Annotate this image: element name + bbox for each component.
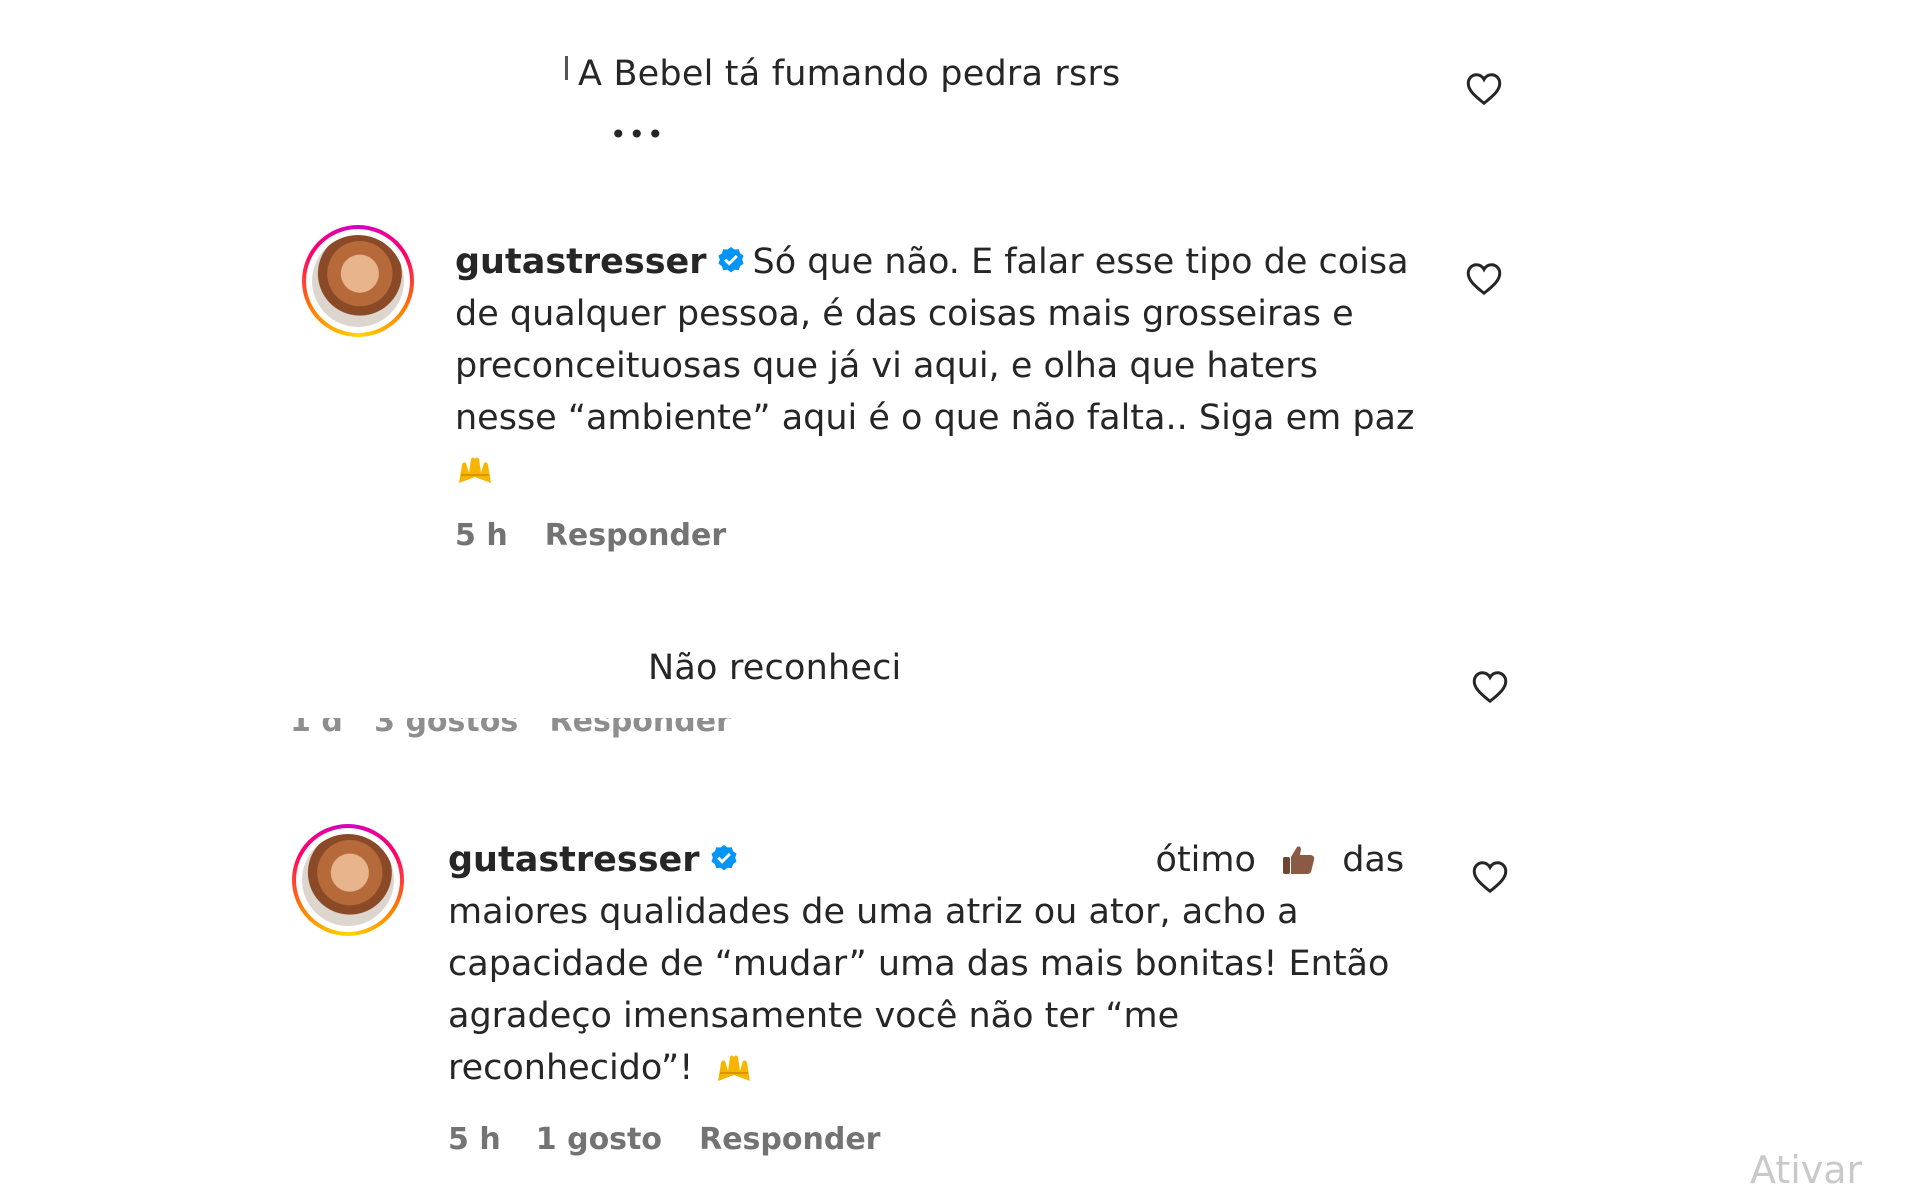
comment-line: capacidade de “mudar” uma das mais bonit… bbox=[448, 944, 1390, 984]
cut-meta-clip: 1 d 3 gostos Responder bbox=[290, 718, 790, 748]
like-heart-icon[interactable] bbox=[1466, 262, 1502, 296]
comment-line: das bbox=[1342, 840, 1405, 880]
comment-line: maiores qualidades de uma atriz ou ator,… bbox=[448, 892, 1299, 932]
thumbs-up-emoji-icon bbox=[1279, 840, 1319, 874]
comment-line: nesse “ambiente” aqui é o que não falta.… bbox=[455, 398, 1415, 438]
comment-line: de qualquer pessoa, é das coisas mais gr… bbox=[455, 294, 1354, 334]
comment-line: Só que não. E falar esse tipo de coisa bbox=[752, 242, 1409, 282]
raised-hands-emoji-icon bbox=[714, 1048, 754, 1082]
like-heart-icon[interactable] bbox=[1472, 860, 1508, 894]
avatar[interactable] bbox=[302, 225, 414, 337]
verified-badge-icon bbox=[708, 838, 740, 871]
verified-badge-icon bbox=[715, 240, 747, 273]
comment-2-meta: 5 h Responder bbox=[455, 518, 726, 553]
comment-line: ótimo bbox=[1155, 840, 1256, 880]
comment-3-text: Não reconheci bbox=[648, 648, 902, 688]
raised-hands-emoji-icon bbox=[455, 450, 495, 484]
comment-time: 5 h bbox=[448, 1122, 501, 1157]
comment-1-text: A Bebel tá fumando pedra rsrs bbox=[578, 54, 1121, 94]
username[interactable]: gutastresser bbox=[455, 242, 707, 282]
comment-2-body: gutastresser Só que não. E falar esse tip… bbox=[455, 236, 1415, 496]
comment-line: reconhecido”! bbox=[448, 1048, 694, 1088]
comment-3-meta: 1 d 3 gostos Responder bbox=[290, 718, 731, 739]
reply-button[interactable]: Responder bbox=[699, 1122, 880, 1157]
cut-mark bbox=[565, 56, 568, 80]
comment-time: 5 h bbox=[455, 518, 508, 553]
username[interactable]: gutastresser bbox=[448, 840, 700, 880]
like-heart-icon[interactable] bbox=[1466, 72, 1502, 106]
likes-count[interactable]: 1 gosto bbox=[536, 1122, 662, 1157]
like-heart-icon[interactable] bbox=[1472, 670, 1508, 704]
windows-activation-watermark: Ativar bbox=[1750, 1148, 1863, 1188]
comment-line: agradeço imensamente você não ter “me bbox=[448, 996, 1180, 1036]
comment-4-body: gutastresser ótimo das maiores qualidades… bbox=[448, 834, 1428, 1094]
comment-line: preconceituosas que já vi aqui, e olha q… bbox=[455, 346, 1318, 386]
more-options-button[interactable]: ••• bbox=[610, 118, 666, 151]
windows-activation-watermark-clip: Ativar bbox=[1750, 1148, 1920, 1188]
comment-4-meta: 5 h 1 gosto Responder bbox=[448, 1122, 880, 1157]
reply-button[interactable]: Responder bbox=[545, 518, 726, 553]
avatar[interactable] bbox=[292, 824, 404, 936]
